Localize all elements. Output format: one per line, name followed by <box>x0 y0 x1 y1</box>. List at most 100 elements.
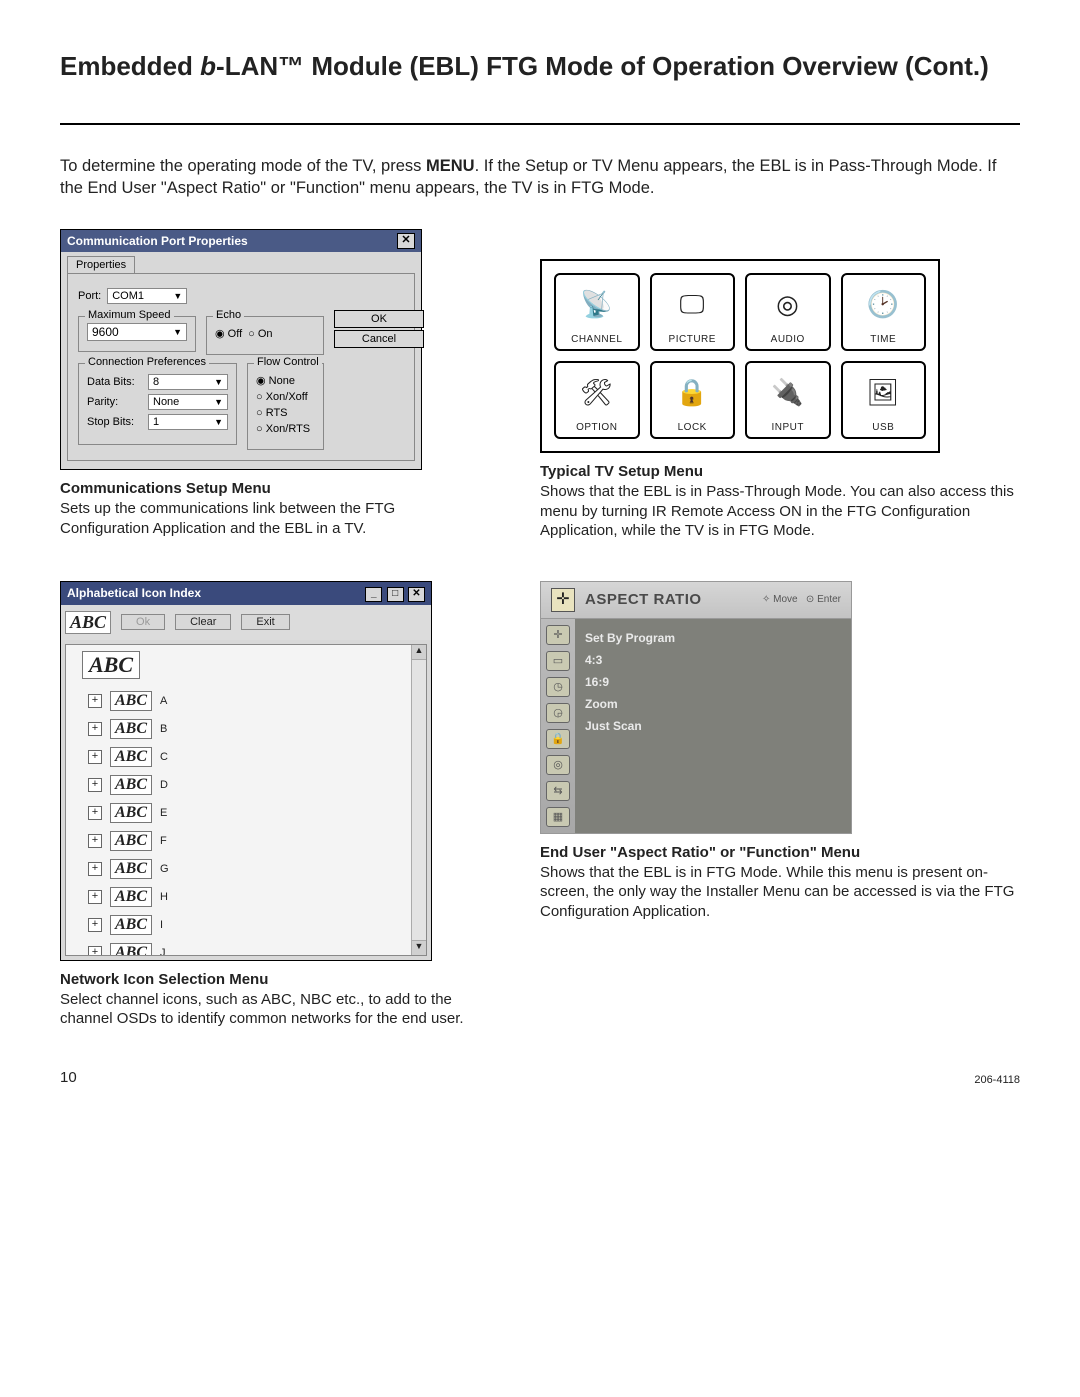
expand-icon[interactable]: + <box>88 722 102 736</box>
expand-icon[interactable]: + <box>88 946 102 956</box>
osd-option[interactable]: 16:9 <box>585 671 841 693</box>
channel-logo: ABC <box>110 859 152 879</box>
tree-item[interactable]: +ABCD <box>88 771 426 799</box>
title-post: -LAN™ Module (EBL) FTG Mode of Operation… <box>216 51 989 81</box>
tree-item[interactable]: +ABCB <box>88 715 426 743</box>
close-icon[interactable]: ✕ <box>397 233 415 249</box>
side-icon[interactable]: ✛ <box>546 625 570 645</box>
side-icon[interactable]: 🔒 <box>546 729 570 749</box>
exit-button[interactable]: Exit <box>241 614 289 630</box>
scroll-down-icon[interactable]: ▼ <box>412 940 426 955</box>
osd-option[interactable]: Zoom <box>585 693 841 715</box>
osd-option[interactable]: 4:3 <box>585 649 841 671</box>
tvmenu-cell-option[interactable]: 🛠OPTION <box>554 361 640 439</box>
channel-logo: ABC <box>110 747 152 767</box>
option-icon: 🛠 <box>580 363 614 422</box>
tree-root[interactable]: ABC <box>82 651 140 679</box>
tvmenu-label: LOCK <box>678 422 707 433</box>
tvmenu-cell-input[interactable]: 🔌INPUT <box>745 361 831 439</box>
side-icon[interactable]: ◷ <box>546 677 570 697</box>
tvmenu-caption-title: Typical TV Setup Menu <box>540 463 1020 480</box>
stopbits-select[interactable]: 1▼ <box>148 414 228 430</box>
osd-caption-text: Shows that the EBL is in FTG Mode. While… <box>540 863 1020 922</box>
port-label: Port: <box>78 290 101 302</box>
tvmenu-label: OPTION <box>576 422 617 433</box>
tvmenu-cell-time[interactable]: 🕑TIME <box>841 273 927 351</box>
tree-item[interactable]: +ABCH <box>88 883 426 911</box>
abc-logo: ABC <box>65 611 111 634</box>
channel-logo: ABC <box>110 831 152 851</box>
expand-icon[interactable]: + <box>88 750 102 764</box>
input-icon: 🔌 <box>771 363 804 422</box>
ok-button[interactable]: OK <box>334 310 424 328</box>
comm-caption-title: Communications Setup Menu <box>60 480 480 497</box>
parity-label: Parity: <box>87 396 142 408</box>
minimize-icon[interactable]: _ <box>365 587 382 602</box>
comm-port-dialog: Communication Port Properties ✕ Properti… <box>60 229 422 470</box>
side-icon[interactable]: ◎ <box>546 755 570 775</box>
aspect-ratio-osd: ✛ ASPECT RATIO ✧ Move ⊙ Enter ✛ ▭ ◷ ◶ 🔒 … <box>540 581 852 834</box>
channel-logo: ABC <box>110 915 152 935</box>
intro-pre: To determine the operating mode of the T… <box>60 157 426 175</box>
chevron-down-icon: ▼ <box>214 377 223 387</box>
expand-icon[interactable]: + <box>88 862 102 876</box>
side-icon[interactable]: ▦ <box>546 807 570 827</box>
comm-caption-text: Sets up the communications link between … <box>60 499 480 538</box>
tvmenu-cell-usb[interactable]: 🖼USB <box>841 361 927 439</box>
tvmenu-label: CHANNEL <box>571 334 622 345</box>
tree-item[interactable]: +ABCG <box>88 855 426 883</box>
port-select[interactable]: COM1▼ <box>107 288 187 304</box>
tvmenu-cell-audio[interactable]: ◎AUDIO <box>745 273 831 351</box>
tree-item-label: E <box>160 807 167 819</box>
flow-none-radio[interactable]: None <box>256 374 295 387</box>
databits-label: Data Bits: <box>87 376 142 388</box>
channel-logo: ABC <box>110 803 152 823</box>
side-icon[interactable]: ⇆ <box>546 781 570 801</box>
clear-button[interactable]: Clear <box>175 614 231 630</box>
expand-icon[interactable]: + <box>88 694 102 708</box>
tree-item[interactable]: +ABCI <box>88 911 426 939</box>
echo-on-radio[interactable]: On <box>248 328 272 340</box>
tree-item[interactable]: +ABCJ <box>88 939 426 956</box>
audio-icon: ◎ <box>776 275 799 334</box>
expand-icon[interactable]: + <box>88 918 102 932</box>
flow-xonrts-radio[interactable]: Xon/RTS <box>256 423 310 435</box>
osd-title: ASPECT RATIO <box>585 591 702 608</box>
tab-properties[interactable]: Properties <box>67 256 135 273</box>
cancel-button[interactable]: Cancel <box>334 330 424 348</box>
maxspeed-select[interactable]: 9600▼ <box>87 323 187 341</box>
scroll-up-icon[interactable]: ▲ <box>412 645 426 660</box>
tree-item[interactable]: + ABC E <box>88 799 426 827</box>
expand-icon[interactable]: + <box>88 890 102 904</box>
channel-logo: ABC <box>110 691 152 711</box>
osd-option[interactable]: Set By Program <box>585 627 841 649</box>
title-pre: Embedded <box>60 51 200 81</box>
expand-icon[interactable]: + <box>88 806 102 820</box>
tree-item-label: A <box>160 695 167 707</box>
databits-select[interactable]: 8▼ <box>148 374 228 390</box>
lock-icon: 🔒 <box>676 363 709 422</box>
tree-item-label: D <box>160 779 168 791</box>
tree-item[interactable]: +ABCC <box>88 743 426 771</box>
flow-xon-radio[interactable]: Xon/Xoff <box>256 391 308 403</box>
tvmenu-cell-lock[interactable]: 🔒LOCK <box>650 361 736 439</box>
aspect-icon: ✛ <box>551 588 575 612</box>
connpref-legend: Connection Preferences <box>85 356 209 368</box>
tvmenu-cell-picture[interactable]: 🖵PICTURE <box>650 273 736 351</box>
side-icon[interactable]: ▭ <box>546 651 570 671</box>
tvmenu-cell-channel[interactable]: 📡CHANNEL <box>554 273 640 351</box>
tree-item[interactable]: + ABC A <box>88 687 426 715</box>
echo-off-radio[interactable]: Off <box>215 327 242 340</box>
flow-rts-radio[interactable]: RTS <box>256 407 288 419</box>
side-icon[interactable]: ◶ <box>546 703 570 723</box>
page-title: Embedded b-LAN™ Module (EBL) FTG Mode of… <box>60 50 1020 83</box>
parity-select[interactable]: None▼ <box>148 394 228 410</box>
maxspeed-legend: Maximum Speed <box>85 309 174 321</box>
tree-item[interactable]: +ABCF <box>88 827 426 855</box>
maximize-icon[interactable]: □ <box>387 587 404 602</box>
close-icon[interactable]: ✕ <box>408 587 425 602</box>
osd-option[interactable]: Just Scan <box>585 715 841 737</box>
expand-icon[interactable]: + <box>88 834 102 848</box>
scrollbar[interactable]: ▲ ▼ <box>411 645 426 955</box>
expand-icon[interactable]: + <box>88 778 102 792</box>
